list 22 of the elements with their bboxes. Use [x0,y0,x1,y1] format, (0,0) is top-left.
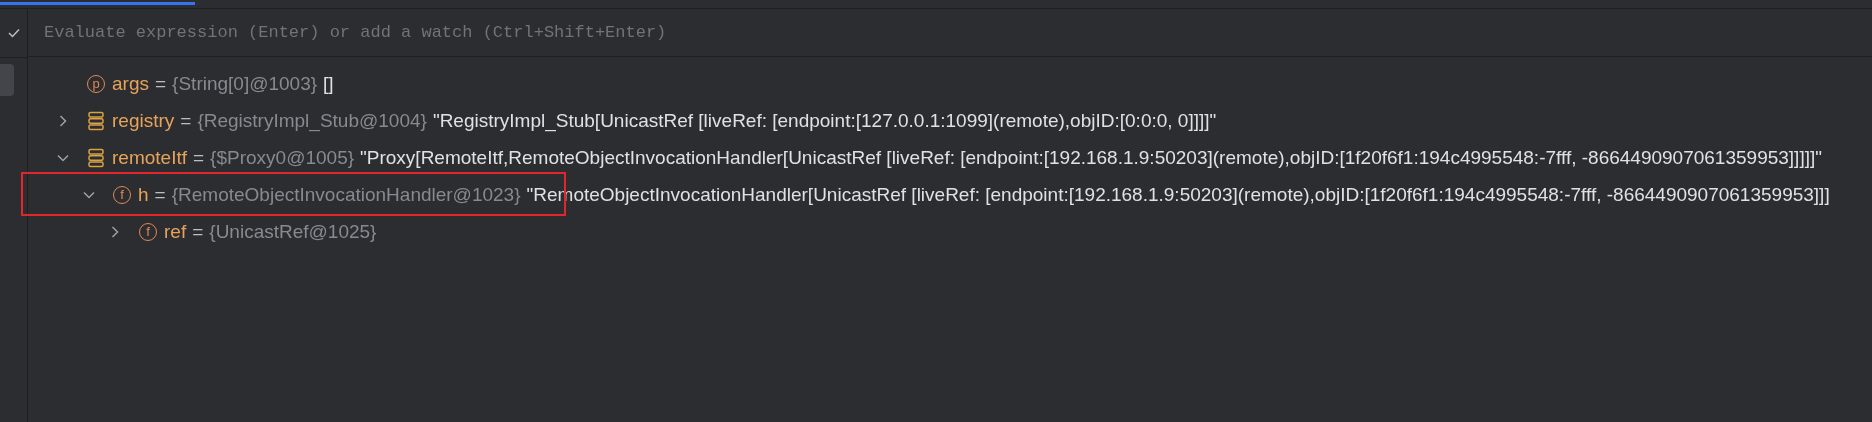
equals-sign: = [192,220,204,243]
variable-value: [] [323,72,334,95]
variable-type: {String[0]@1003} [172,72,318,95]
variable-value: "Proxy[RemoteItf,RemoteObjectInvocationHandler[UnicastRef [liveRef: [endpoint:[192.168.1.9:50203](remote),objID:[1f20f6f1:194c4995548:-7fff, -8664490907061359953]]]]]" [360,146,1822,169]
variable-type: {RemoteObjectInvocationHandler@1023} [171,183,521,206]
stacked-bars-icon [87,110,105,131]
equals-sign: = [193,146,205,169]
equals-sign: = [154,72,167,95]
variable-type: {$Proxy0@1005} [210,146,355,169]
gutter-marker [0,64,14,96]
variable-type: {UnicastRef@1025} [209,220,377,243]
variable-name: args [112,72,149,95]
variable-name: h [138,183,149,206]
stacked-bars-icon [87,147,105,168]
variable-type: {RegistryImpl_Stub@1004} [197,109,427,132]
variable-name: ref [164,220,187,243]
variable-value: "RegistryImpl_Stub[UnicastRef [liveRef: [endpoint:[127.0.0.1:1099](remote),objID:[0:0:0, 0]]]]" [432,109,1217,132]
checkmark-icon[interactable] [7,28,20,38]
variable-name: remoteItf [112,146,187,169]
equals-sign: = [154,183,166,206]
equals-sign: = [180,109,192,132]
variable-name: registry [112,109,175,132]
